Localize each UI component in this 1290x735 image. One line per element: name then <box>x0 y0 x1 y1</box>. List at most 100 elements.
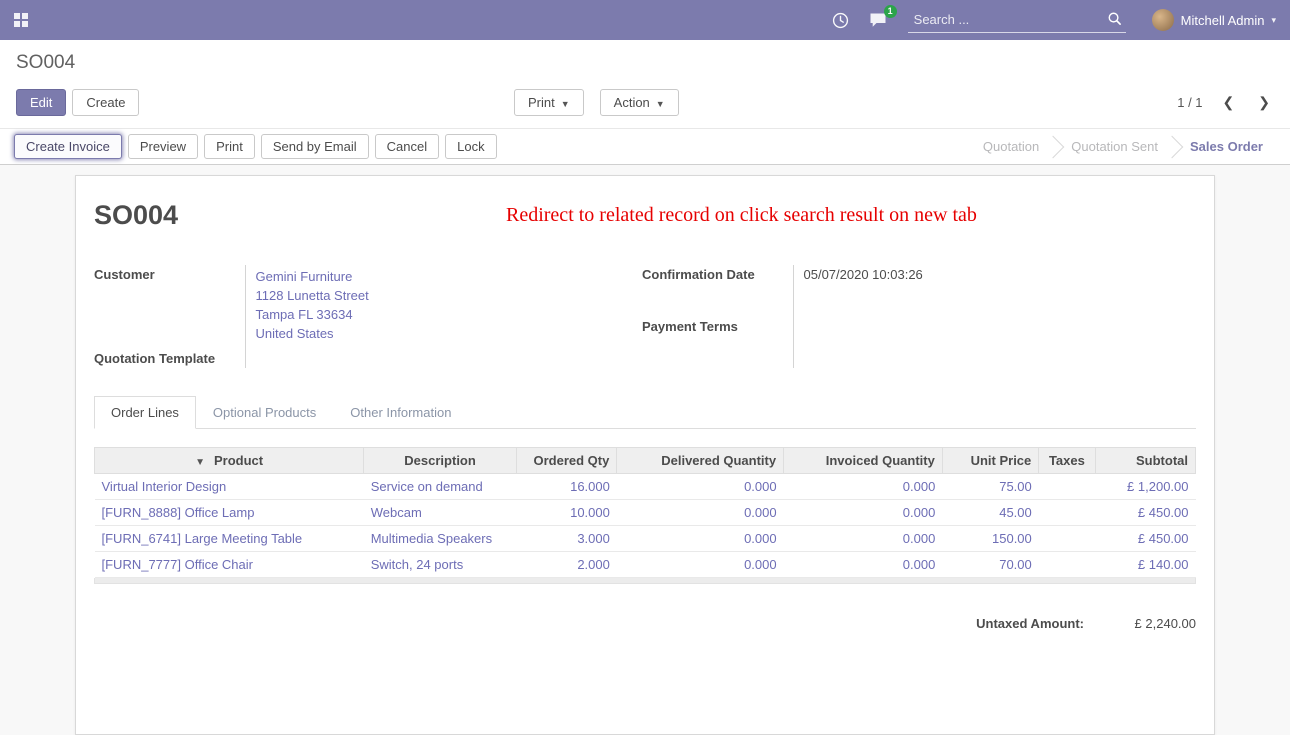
search-input[interactable] <box>908 7 1126 33</box>
table-row[interactable]: Virtual Interior DesignService on demand… <box>95 474 1196 500</box>
stage-quotation-sent[interactable]: Quotation Sent <box>1058 139 1171 154</box>
cell-product: [FURN_7777] Office Chair <box>95 552 364 578</box>
table-row[interactable]: [FURN_7777] Office ChairSwitch, 24 ports… <box>95 552 1196 578</box>
column-header-taxes[interactable]: Taxes <box>1039 448 1095 474</box>
customer-value[interactable]: Gemini Furniture1128 Lunetta StreetTampa… <box>245 265 642 345</box>
form-view: SO004 Redirect to related record on clic… <box>0 165 1290 735</box>
cell-unit-price: 45.00 <box>942 500 1038 526</box>
preview-button[interactable]: Preview <box>128 134 198 159</box>
pager-previous-button[interactable]: ❮ <box>1219 94 1239 111</box>
cell-subtotal: £ 1,200.00 <box>1095 474 1195 500</box>
print-button[interactable]: Print <box>204 134 255 159</box>
cell-ordered-qty: 10.000 <box>516 500 616 526</box>
cell-taxes <box>1039 500 1095 526</box>
totals: Untaxed Amount: £ 2,240.00 <box>94 616 1196 631</box>
table-footer-strip <box>94 578 1196 584</box>
sale-order-sheet: SO004 Redirect to related record on clic… <box>75 175 1215 735</box>
cell-delivered-quantity: 0.000 <box>617 500 784 526</box>
tab-order-lines[interactable]: Order Lines <box>94 396 196 429</box>
print-dropdown-label: Print <box>528 95 555 110</box>
statusbar-stages: Quotation Quotation Sent Sales Order <box>970 139 1276 155</box>
cell-product: [FURN_8888] Office Lamp <box>95 500 364 526</box>
table-row[interactable]: [FURN_6741] Large Meeting TableMultimedi… <box>95 526 1196 552</box>
cell-invoiced-quantity: 0.000 <box>784 500 943 526</box>
create-invoice-button[interactable]: Create Invoice <box>14 134 122 159</box>
cell-unit-price: 75.00 <box>942 474 1038 500</box>
cell-ordered-qty: 3.000 <box>516 526 616 552</box>
action-dropdown-label: Action <box>614 95 650 110</box>
activities-clock-icon[interactable] <box>832 12 849 29</box>
cell-unit-price: 150.00 <box>942 526 1038 552</box>
cell-delivered-quantity: 0.000 <box>617 474 784 500</box>
notebook-tabs: Order LinesOptional ProductsOther Inform… <box>94 396 1196 429</box>
column-header-description[interactable]: Description <box>364 448 517 474</box>
cell-invoiced-quantity: 0.000 <box>784 552 943 578</box>
pager: 1 / 1 ❮ ❯ <box>1177 94 1274 111</box>
annotation-text: Redirect to related record on click sear… <box>506 204 977 227</box>
cell-delivered-quantity: 0.000 <box>617 526 784 552</box>
cell-subtotal: £ 140.00 <box>1095 552 1195 578</box>
pager-next-button[interactable]: ❯ <box>1254 94 1274 111</box>
breadcrumb: SO004 <box>16 52 1274 74</box>
cell-subtotal: £ 450.00 <box>1095 526 1195 552</box>
stage-quotation[interactable]: Quotation <box>970 139 1052 154</box>
send-by-email-button[interactable]: Send by Email <box>261 134 369 159</box>
column-header-unit-price[interactable]: Unit Price <box>942 448 1038 474</box>
search-icon[interactable] <box>1107 11 1122 29</box>
statusbar-buttons: Create InvoicePreviewPrintSend by EmailC… <box>14 134 497 159</box>
messages-icon[interactable]: 1 <box>869 12 888 29</box>
message-count-badge: 1 <box>884 5 897 18</box>
column-header-product[interactable]: ▼Product <box>95 448 364 474</box>
order-lines-table: ▼ProductDescriptionOrdered QtyDelivered … <box>94 447 1196 578</box>
user-menu[interactable]: Mitchell Admin ▾ <box>1152 9 1276 31</box>
print-dropdown[interactable]: Print ▼ <box>514 89 584 116</box>
customer-address-line: United States <box>256 324 643 343</box>
cell-invoiced-quantity: 0.000 <box>784 474 943 500</box>
quotation-template-value[interactable] <box>245 345 642 368</box>
payment-terms-value[interactable] <box>793 317 1196 369</box>
confirmation-date-label: Confirmation Date <box>642 265 793 317</box>
cell-invoiced-quantity: 0.000 <box>784 526 943 552</box>
cell-unit-price: 70.00 <box>942 552 1038 578</box>
pager-value: 1 / 1 <box>1177 95 1202 110</box>
create-button[interactable]: Create <box>72 89 139 116</box>
cell-ordered-qty: 16.000 <box>516 474 616 500</box>
top-navbar: 1 Mitchell Admin ▾ <box>0 0 1290 40</box>
cell-description: Switch, 24 ports <box>364 552 517 578</box>
column-header-ordered-qty[interactable]: Ordered Qty <box>516 448 616 474</box>
cancel-button[interactable]: Cancel <box>375 134 439 159</box>
cell-description: Multimedia Speakers <box>364 526 517 552</box>
untaxed-amount-value: £ 2,240.00 <box>1084 616 1196 631</box>
chevron-down-icon: ▼ <box>561 99 570 109</box>
edit-button[interactable]: Edit <box>16 89 66 116</box>
avatar <box>1152 9 1174 31</box>
quotation-template-label: Quotation Template <box>94 345 245 368</box>
control-panel: SO004 Edit Create Print ▼ Action▼ 1 / 1 ❮… <box>0 40 1290 128</box>
column-header-subtotal[interactable]: Subtotal <box>1095 448 1195 474</box>
list-options-caret-icon[interactable]: ▼ <box>195 457 205 468</box>
column-header-invoiced-quantity[interactable]: Invoiced Quantity <box>784 448 943 474</box>
customer-address-line: Tampa FL 33634 <box>256 305 643 324</box>
untaxed-amount-label: Untaxed Amount: <box>976 616 1084 631</box>
table-row[interactable]: [FURN_8888] Office LampWebcam10.0000.000… <box>95 500 1196 526</box>
chevron-down-icon: ▾ <box>1271 15 1276 26</box>
user-name: Mitchell Admin <box>1181 13 1265 28</box>
tab-optional-products[interactable]: Optional Products <box>196 396 333 429</box>
cell-product: Virtual Interior Design <box>95 474 364 500</box>
lock-button[interactable]: Lock <box>445 134 496 159</box>
table-header-row: ▼ProductDescriptionOrdered QtyDelivered … <box>95 448 1196 474</box>
cell-product: [FURN_6741] Large Meeting Table <box>95 526 364 552</box>
customer-address-line: Gemini Furniture <box>256 267 643 286</box>
cell-description: Service on demand <box>364 474 517 500</box>
statusbar: Create InvoicePreviewPrintSend by EmailC… <box>0 128 1290 165</box>
action-dropdown[interactable]: Action▼ <box>600 89 679 116</box>
cell-taxes <box>1039 552 1095 578</box>
cell-ordered-qty: 2.000 <box>516 552 616 578</box>
confirmation-date-value: 05/07/2020 10:03:26 <box>793 265 1196 317</box>
column-header-delivered-quantity[interactable]: Delivered Quantity <box>617 448 784 474</box>
customer-label: Customer <box>94 265 245 345</box>
payment-terms-label: Payment Terms <box>642 317 793 369</box>
tab-other-information[interactable]: Other Information <box>333 396 468 429</box>
apps-menu-icon[interactable] <box>14 13 28 27</box>
stage-sales-order[interactable]: Sales Order <box>1177 139 1276 154</box>
